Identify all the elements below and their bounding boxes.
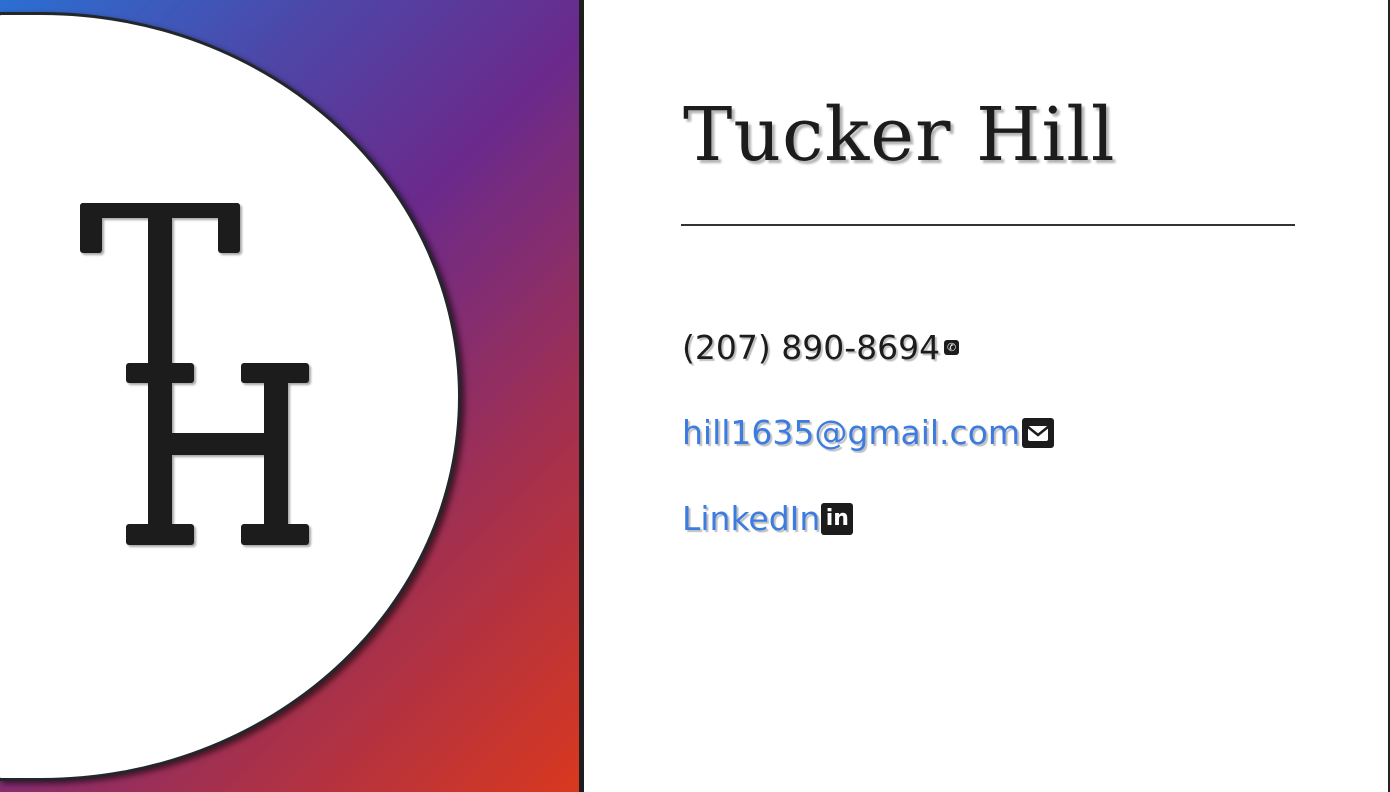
linkedin-icon: in [821,502,854,535]
email-link[interactable]: hill1635@gmail.com [682,413,1055,452]
phone-text: (207) 890-8694 [682,328,941,367]
linkedin-link[interactable]: LinkedIn in [682,499,854,538]
email-text: hill1635@gmail.com [682,413,1021,452]
page-title: Tucker Hill [683,92,1116,178]
linkedin-text: LinkedIn [682,499,821,538]
gradient-panel [0,0,579,792]
title-divider [681,224,1295,226]
phone-icon: ✆ [944,340,960,355]
th-monogram-logo [80,203,309,545]
envelope-icon [1022,417,1055,448]
panel-divider [579,0,584,792]
phone-number: (207) 890-8694 ✆ [682,328,960,367]
